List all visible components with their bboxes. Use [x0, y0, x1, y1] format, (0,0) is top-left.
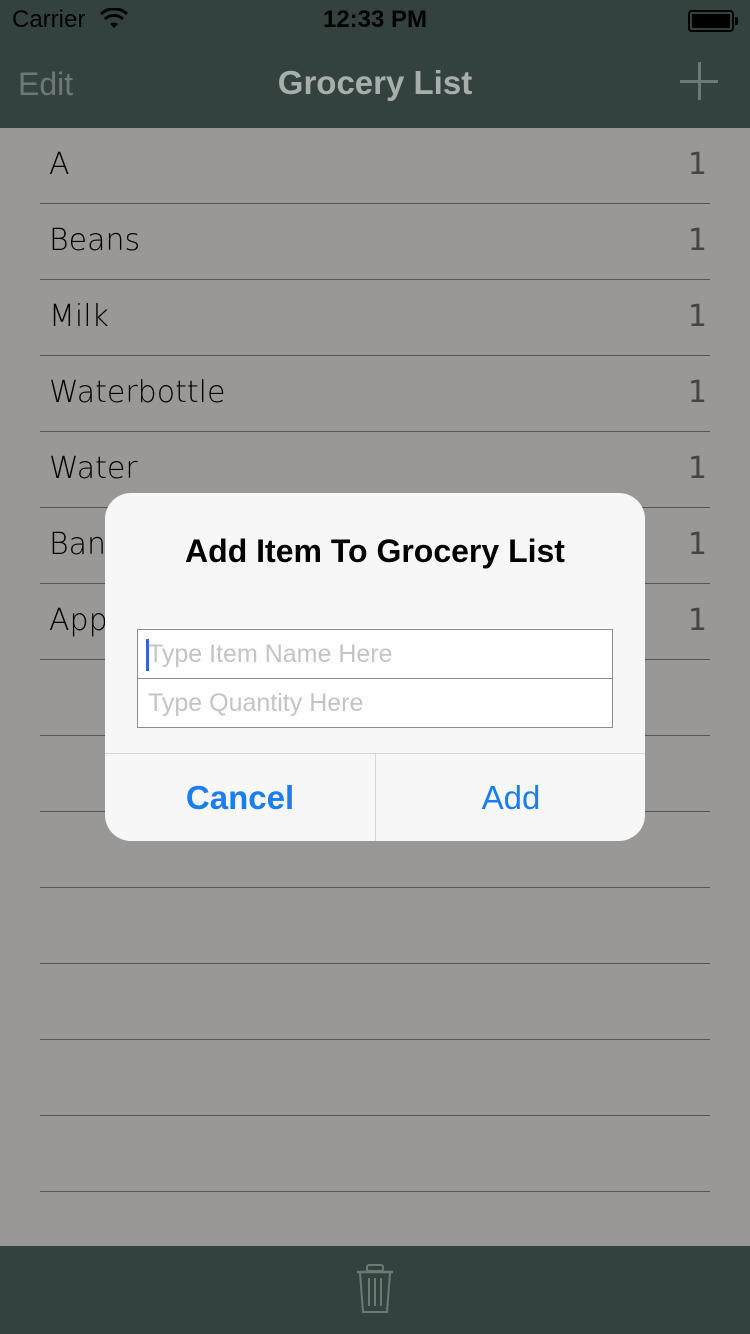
- empty-row: [40, 888, 710, 964]
- item-name: Water: [49, 451, 138, 486]
- item-name-field[interactable]: [137, 629, 613, 679]
- item-name: Waterbottle: [49, 375, 226, 410]
- alert-title: Add Item To Grocery List: [185, 533, 565, 569]
- empty-row: [40, 964, 710, 1040]
- list-item[interactable]: Milk 1: [40, 280, 710, 356]
- navigation-bar: Edit Grocery List: [0, 40, 750, 128]
- bottom-toolbar: [0, 1246, 750, 1334]
- cancel-button[interactable]: Cancel: [105, 754, 375, 841]
- list-item[interactable]: Beans 1: [40, 204, 710, 280]
- trash-icon[interactable]: [355, 1264, 395, 1314]
- add-item-alert: Add Item To Grocery List Cancel Add: [105, 493, 645, 841]
- item-quantity: 1: [687, 299, 707, 334]
- list-item[interactable]: A1: [40, 128, 710, 204]
- item-quantity: 1: [687, 451, 707, 486]
- status-bar: Carrier 12:33 PM: [0, 0, 750, 40]
- item-quantity: 1: [687, 603, 707, 638]
- quantity-input[interactable]: [138, 679, 612, 727]
- battery-icon: [688, 10, 738, 32]
- add-button[interactable]: Add: [376, 754, 645, 841]
- item-name-input[interactable]: [138, 630, 612, 678]
- item-name: App: [49, 603, 108, 638]
- item-quantity: 1: [687, 223, 707, 258]
- item-name: A: [49, 147, 70, 182]
- plus-icon[interactable]: [680, 62, 720, 102]
- quantity-field[interactable]: [137, 678, 613, 728]
- item-quantity: 1: [687, 527, 707, 562]
- empty-row: [40, 1040, 710, 1116]
- item-quantity: 1: [687, 147, 707, 182]
- item-name: Beans: [49, 223, 141, 258]
- item-name: Milk: [49, 299, 109, 334]
- item-name: Ban: [49, 527, 107, 562]
- text-cursor: [146, 639, 149, 671]
- empty-row: [40, 1116, 710, 1192]
- clock: 12:33 PM: [322, 6, 428, 33]
- list-item[interactable]: Waterbottle 1: [40, 356, 710, 432]
- item-quantity: 1: [687, 375, 707, 410]
- page-title: Grocery List: [277, 64, 473, 101]
